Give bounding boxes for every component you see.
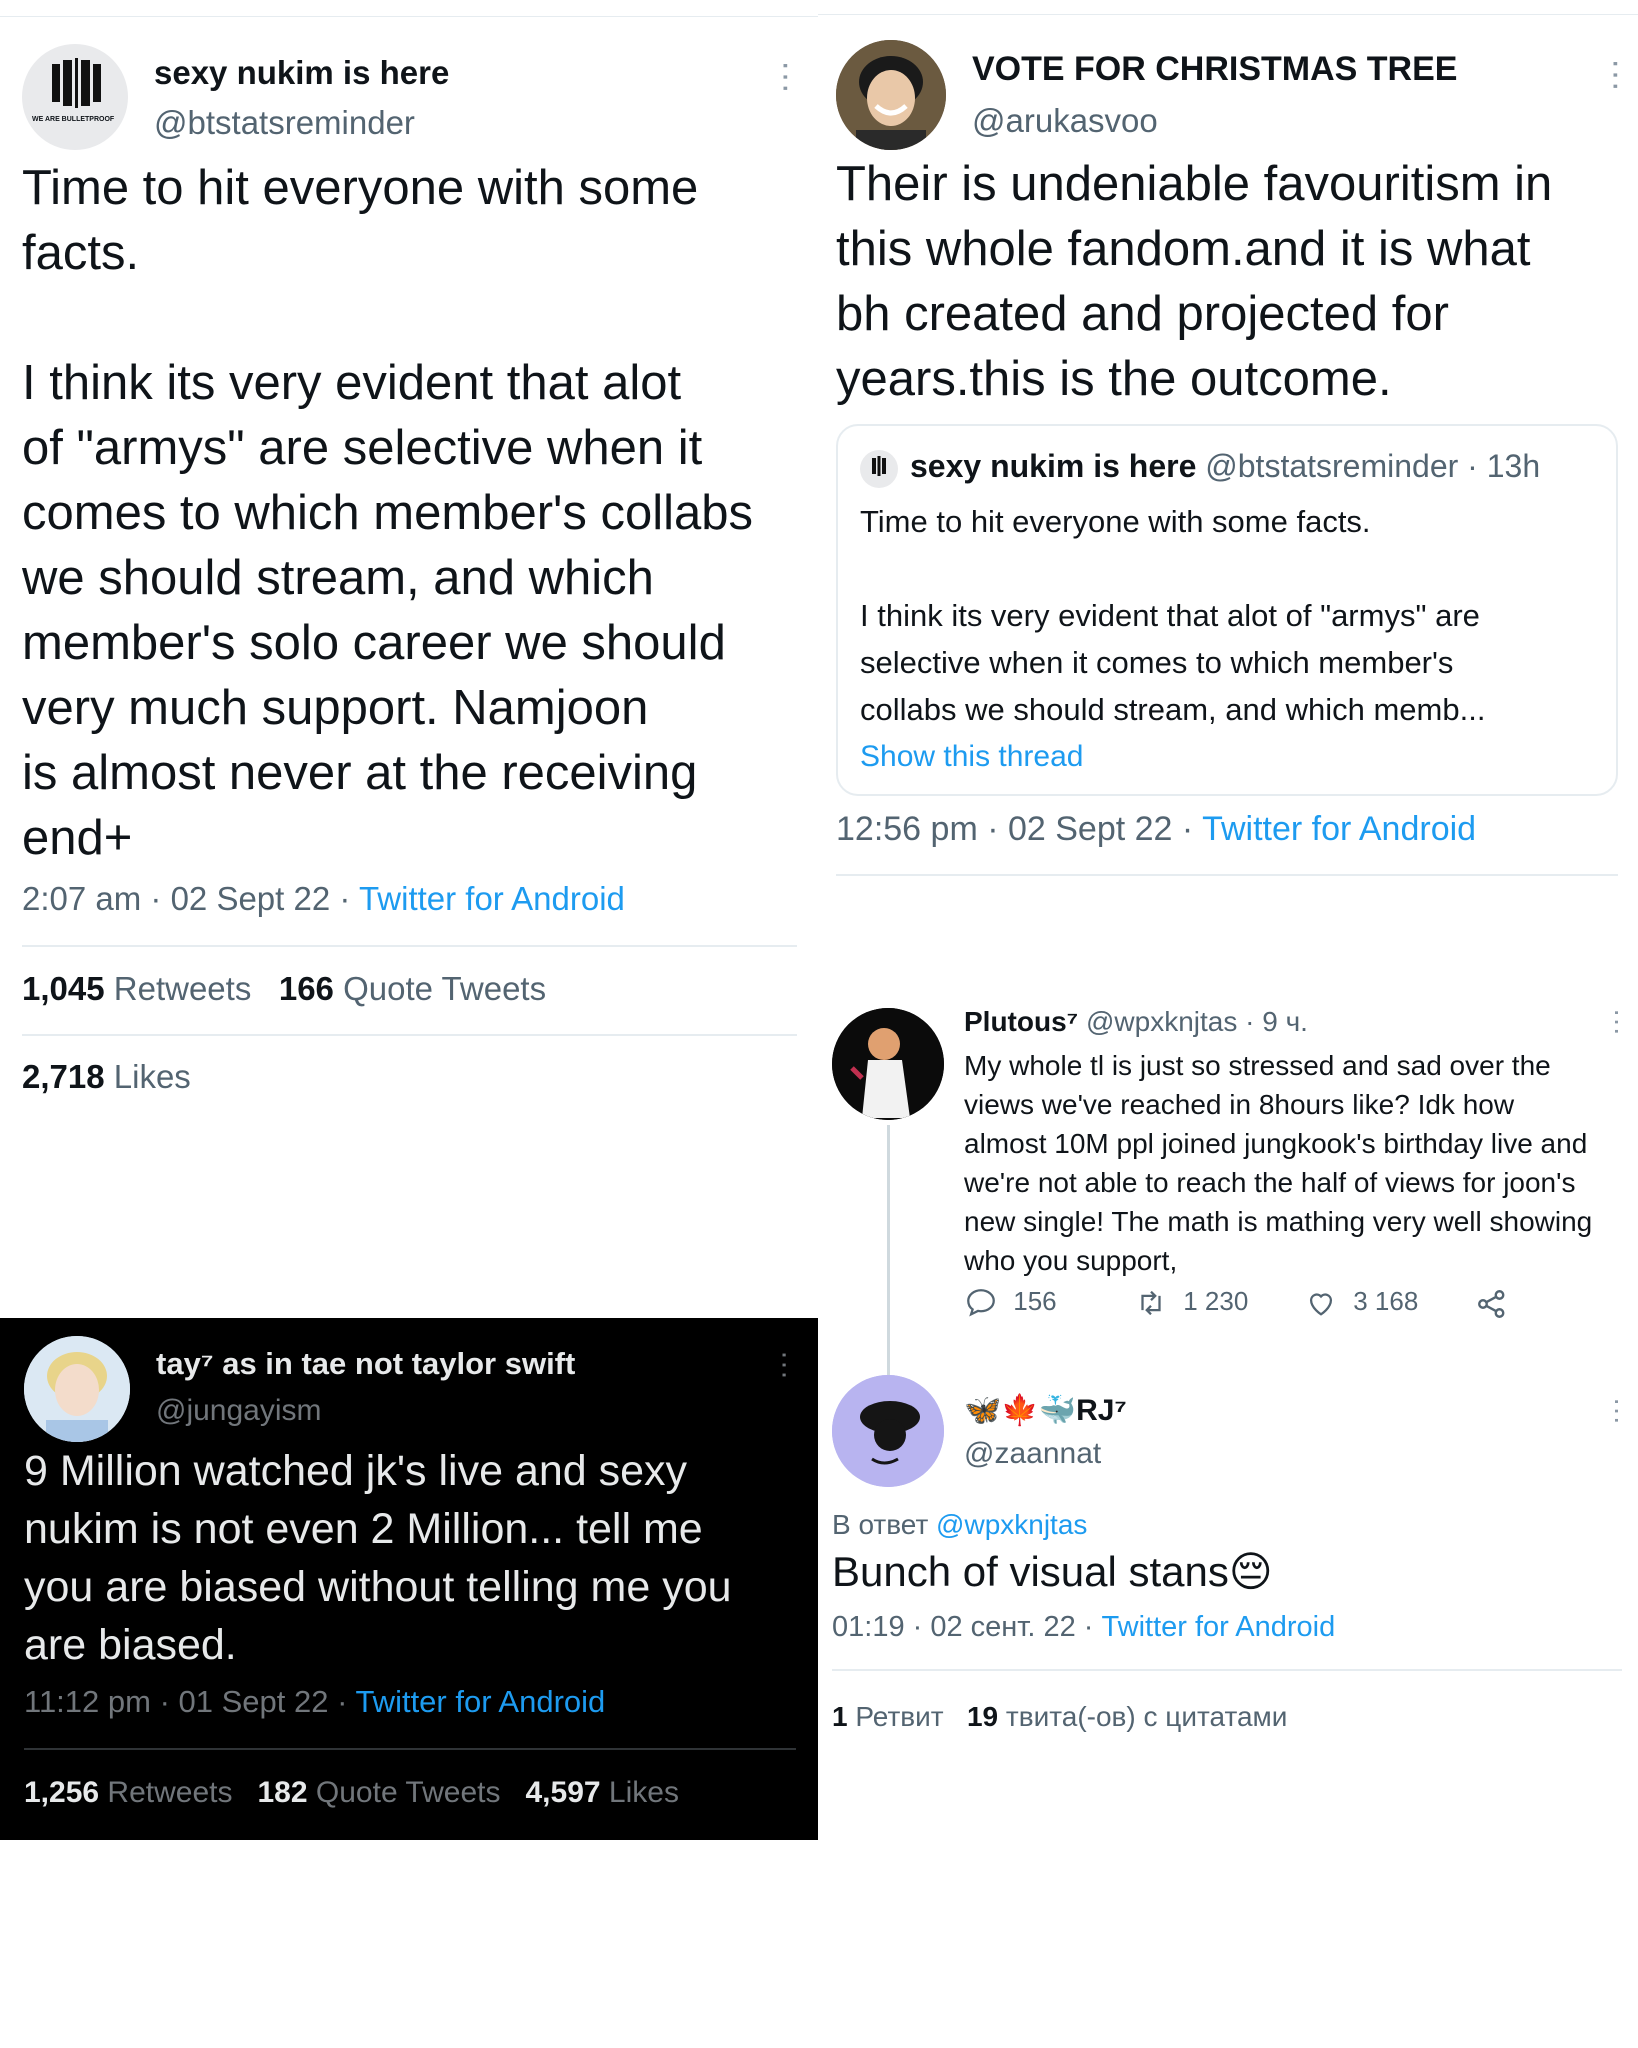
stats-row: 1 Ретвит 19 твита(-ов) с цитатами	[832, 1701, 1287, 1733]
heart-icon	[1309, 1293, 1333, 1316]
handle[interactable]: @arukasvoo	[972, 102, 1158, 140]
quotes-stat[interactable]: 182 Quote Tweets	[258, 1776, 501, 1809]
tweet-text: Their is undeniable favouritism in this …	[836, 157, 1553, 406]
avatar[interactable]	[836, 40, 946, 150]
handle-time[interactable]: @wpxknjtas · 9 ч.	[1086, 1006, 1308, 1037]
timestamp[interactable]: 12:56 pm · 02 Sept 22 ·	[836, 810, 1202, 848]
quotes-stat[interactable]: 19 твита(-ов) с цитатами	[967, 1701, 1287, 1732]
reply-to-link[interactable]: @wpxknjtas	[936, 1509, 1087, 1540]
tweet-tay: tay⁷ as in tae not taylor swift @jungayi…	[0, 1318, 818, 1840]
display-name[interactable]: RJ⁷	[1076, 1394, 1127, 1427]
more-options-icon[interactable]: ···	[1603, 1397, 1634, 1425]
tweet-meta: 11:12 pm · 01 Sept 22 · Twitter for Andr…	[24, 1684, 605, 1720]
likes-stat[interactable]: 2,718 Likes	[22, 1058, 191, 1096]
tweet-text: Bunch of visual stans😔	[832, 1547, 1273, 1596]
more-options-icon[interactable]: ···	[768, 60, 806, 94]
tweet-text: 9 Million watched jk's live and sexy nuk…	[24, 1447, 732, 1669]
handle[interactable]: @btstatsreminder	[154, 104, 415, 142]
timestamp[interactable]: 01:19 · 02 сент. 22 ·	[832, 1611, 1102, 1643]
share-button[interactable]	[1474, 1286, 1510, 1322]
divider	[836, 874, 1618, 876]
quoted-display-name: sexy nukim is here	[910, 448, 1197, 484]
name-emoji: 🦋🍁🐳	[964, 1394, 1077, 1427]
reply-prefix: В ответ	[832, 1509, 937, 1540]
quoted-handle-time: @btstatsreminder · 13h	[1205, 448, 1541, 484]
tweet-sexy-nukim: WE ARE BULLETPROOF sexy nukim is here @b…	[0, 0, 818, 1300]
quoted-avatar	[860, 450, 898, 488]
timestamp[interactable]: 2:07 am · 02 Sept 22 ·	[22, 880, 359, 917]
avatar-caption: WE ARE BULLETPROOF	[32, 116, 115, 123]
top-border	[818, 14, 1638, 15]
divider	[832, 1669, 1622, 1671]
more-options-icon[interactable]: ···	[1603, 1008, 1634, 1036]
reply-button[interactable]: 156	[964, 1286, 1057, 1320]
bts-logo-icon	[52, 58, 101, 108]
character-avatar-icon	[832, 1008, 944, 1120]
avatar[interactable]	[832, 1375, 944, 1487]
source-link[interactable]: Twitter for Android	[1202, 810, 1476, 848]
reply-context: В ответ @wpxknjtas	[832, 1509, 1087, 1541]
retweet-count: 1 230	[1183, 1286, 1249, 1316]
divider	[24, 1748, 796, 1750]
source-link[interactable]: Twitter for Android	[355, 1684, 605, 1719]
hat-character-avatar-icon	[832, 1375, 944, 1487]
share-icon	[1478, 1290, 1505, 1318]
display-name[interactable]: Plutous⁷	[964, 1006, 1078, 1037]
retweet-icon	[1141, 1290, 1161, 1316]
display-name[interactable]: sexy nukim is here	[154, 54, 449, 92]
like-count: 3 168	[1353, 1286, 1419, 1316]
more-options-icon[interactable]: ···	[1598, 58, 1636, 92]
reply-count: 156	[1013, 1286, 1057, 1316]
quotes-stat[interactable]: 166 Quote Tweets	[279, 970, 546, 1007]
tweet-vote-christmas-tree: VOTE FOR CHRISTMAS TREE @arukasvoo ··· T…	[818, 0, 1638, 900]
avatar[interactable]: WE ARE BULLETPROOF	[22, 44, 128, 150]
display-name[interactable]: tay⁷ as in tae not taylor swift	[156, 1346, 575, 1382]
quoted-text: Time to hit everyone with some facts. I …	[860, 504, 1486, 727]
likes-stat[interactable]: 4,597 Likes	[525, 1776, 678, 1809]
thread-line	[887, 1125, 890, 1375]
timestamp[interactable]: 11:12 pm · 01 Sept 22 ·	[24, 1684, 355, 1719]
person-avatar-icon	[836, 40, 946, 150]
like-button[interactable]: 3 168	[1304, 1286, 1418, 1320]
stats-row: 1,045 Retweets 166 Quote Tweets	[22, 970, 546, 1008]
tweet-text: My whole tl is just so stressed and sad …	[964, 1050, 1593, 1276]
source-link[interactable]: Twitter for Android	[1102, 1611, 1336, 1643]
tweet-meta: 12:56 pm · 02 Sept 22 · Twitter for Andr…	[836, 810, 1476, 849]
bts-logo-icon	[872, 456, 886, 476]
handle[interactable]: @jungayism	[156, 1394, 322, 1428]
person-avatar-icon	[24, 1336, 130, 1442]
show-thread-link[interactable]: Show this thread	[860, 740, 1083, 774]
divider	[22, 1034, 797, 1036]
more-options-icon[interactable]: ···	[769, 1350, 802, 1380]
source-link[interactable]: Twitter for Android	[359, 880, 625, 917]
reply-icon	[967, 1289, 995, 1317]
tweet-rj: 🦋🍁🐳RJ⁷ @zaannat ··· В ответ @wpxknjtas B…	[818, 1375, 1638, 1755]
retweets-stat[interactable]: 1 Ретвит	[832, 1701, 944, 1732]
display-name[interactable]: VOTE FOR CHRISTMAS TREE	[972, 50, 1457, 89]
avatar[interactable]	[24, 1336, 130, 1442]
quoted-header: sexy nukim is here @btstatsreminder · 13…	[910, 448, 1540, 485]
avatar[interactable]	[832, 1008, 944, 1120]
retweet-button[interactable]: 1 230	[1134, 1286, 1248, 1320]
retweets-stat[interactable]: 1,045 Retweets	[22, 970, 251, 1007]
tweet-header: Plutous⁷ @wpxknjtas · 9 ч.	[964, 1006, 1308, 1038]
tweet-header: 🦋🍁🐳RJ⁷	[964, 1393, 1127, 1428]
tweet-text: Time to hit everyone with some facts. I …	[22, 161, 754, 865]
tweet-meta: 01:19 · 02 сент. 22 · Twitter for Androi…	[832, 1611, 1335, 1644]
tweet-meta: 2:07 am · 02 Sept 22 · Twitter for Andro…	[22, 880, 625, 918]
action-bar: 156 1 230 3 168	[964, 1286, 1524, 1326]
stats-row: 1,256 Retweets 182 Quote Tweets 4,597 Li…	[24, 1776, 679, 1810]
retweets-stat[interactable]: 1,256 Retweets	[24, 1776, 232, 1809]
tweet-text-content: Bunch of visual stans	[832, 1548, 1229, 1595]
top-border	[0, 16, 818, 17]
divider	[22, 945, 797, 947]
pensive-emoji: 😔	[1228, 1548, 1273, 1595]
handle[interactable]: @zaannat	[964, 1437, 1101, 1471]
quoted-tweet[interactable]: sexy nukim is here @btstatsreminder · 13…	[836, 424, 1618, 796]
tweet-plutous: Plutous⁷ @wpxknjtas · 9 ч. ··· My whole …	[818, 990, 1638, 1380]
